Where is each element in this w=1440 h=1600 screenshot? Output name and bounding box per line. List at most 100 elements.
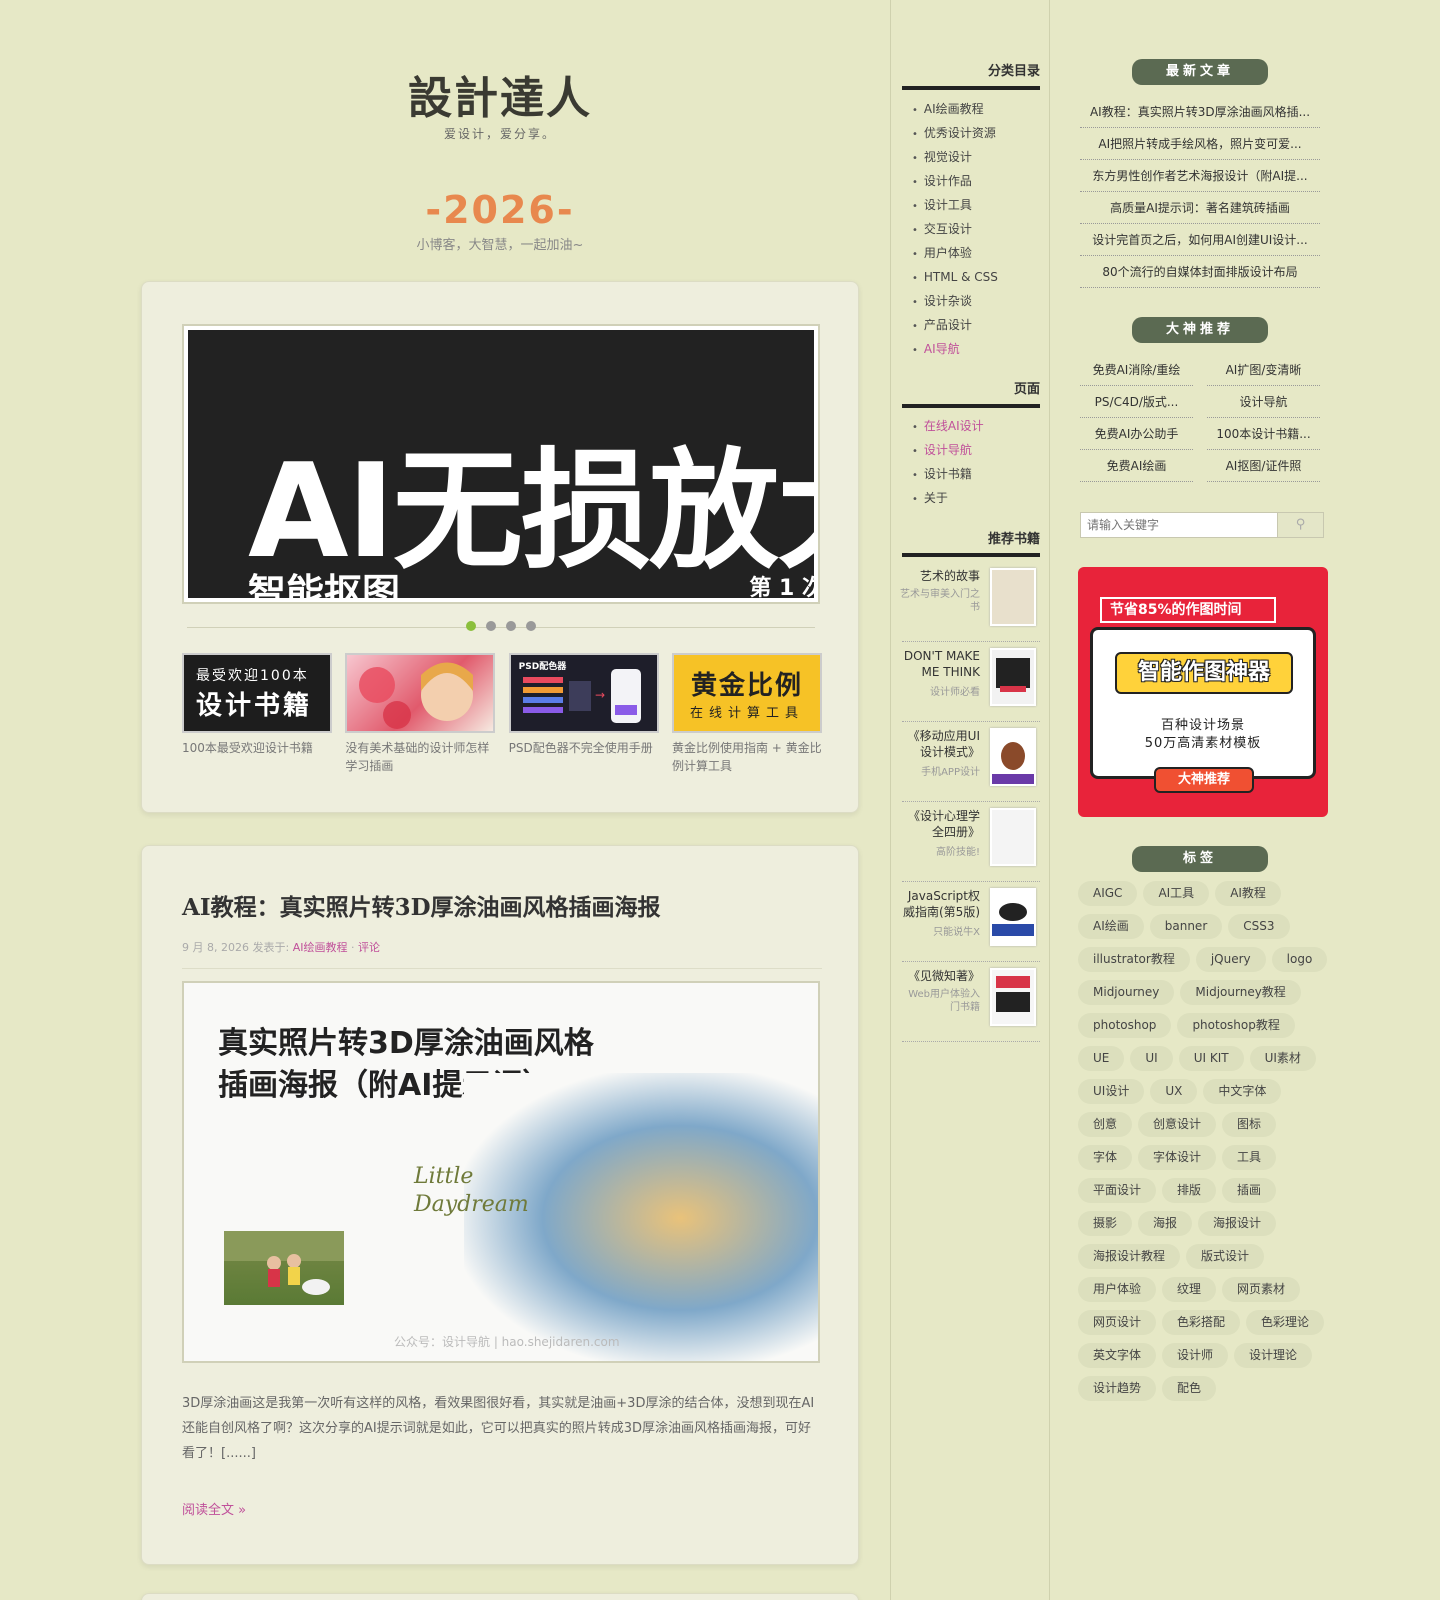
tag-link[interactable]: 设计趋势 — [1078, 1376, 1157, 1401]
tag-link[interactable]: 配色 — [1162, 1376, 1217, 1401]
promo-button[interactable]: 大神推荐 — [1154, 767, 1254, 793]
tag-link[interactable]: UI KIT — [1178, 1046, 1244, 1071]
post-category-link[interactable]: AI绘画教程 — [293, 941, 348, 954]
book-item[interactable]: 艺术的故事 艺术与审美入门之书 — [900, 562, 1040, 642]
book-cover[interactable] — [990, 808, 1036, 866]
slider-dot[interactable] — [526, 621, 536, 631]
latest-post-link[interactable]: 设计完首页之后，如何用AI创建UI设计... — [1080, 224, 1320, 256]
tag-link[interactable]: Midjourney教程 — [1180, 980, 1301, 1005]
tag-link[interactable]: 设计理论 — [1234, 1343, 1313, 1368]
recommend-link[interactable]: AI扩图/变清晰 — [1207, 354, 1320, 386]
tag-link[interactable]: 海报设计 — [1198, 1211, 1277, 1236]
thumb-item[interactable]: 最受欢迎100本 设计书籍 100本最受欢迎设计书籍 — [182, 653, 332, 775]
tag-link[interactable]: logo — [1271, 947, 1328, 972]
tag-link[interactable]: 插画 — [1222, 1178, 1277, 1203]
tag-link[interactable]: illustrator教程 — [1078, 947, 1190, 972]
search-input[interactable] — [1081, 513, 1277, 537]
category-link[interactable]: 设计杂谈 — [912, 289, 1040, 313]
book-item[interactable]: DON'T MAKE ME THINK 设计师必看 — [902, 642, 1040, 722]
tag-link[interactable]: 字体设计 — [1138, 1145, 1217, 1170]
tag-link[interactable]: photoshop教程 — [1177, 1013, 1295, 1038]
recommend-link[interactable]: 设计导航 — [1207, 386, 1320, 418]
tag-link[interactable]: 创意 — [1078, 1112, 1133, 1137]
thumb-item[interactable]: 黄金比例 在线计算工具 黄金比例使用指南 + 黄金比例计算工具 — [671, 653, 822, 775]
tag-link[interactable]: photoshop — [1078, 1013, 1172, 1038]
thumb-image[interactable] — [345, 653, 496, 733]
tag-link[interactable]: AI教程 — [1215, 881, 1281, 906]
category-link[interactable]: AI导航 — [912, 337, 1040, 361]
search-button[interactable]: ⚲ — [1277, 513, 1323, 537]
tag-link[interactable]: 版式设计 — [1186, 1244, 1265, 1269]
tag-link[interactable]: 工具 — [1222, 1145, 1277, 1170]
tag-link[interactable]: AI绘画 — [1078, 914, 1144, 939]
read-more-link[interactable]: 阅读全文 » — [182, 1499, 246, 1518]
category-link[interactable]: AI绘画教程 — [912, 97, 1040, 121]
category-link[interactable]: 视觉设计 — [912, 145, 1040, 169]
tag-link[interactable]: 图标 — [1222, 1112, 1277, 1137]
tag-link[interactable]: UI设计 — [1078, 1079, 1145, 1104]
tag-link[interactable]: UE — [1078, 1046, 1125, 1071]
tag-link[interactable]: banner — [1149, 914, 1223, 939]
promo-banner[interactable]: 节省85%的作图时间 智能作图神器 百种设计场景 50万高清素材模板 大神推荐 — [1078, 567, 1328, 817]
page-link[interactable]: 在线AI设计 — [912, 414, 1040, 438]
thumb-image[interactable]: 最受欢迎100本 设计书籍 — [182, 653, 332, 733]
thumb-image[interactable]: PSD配色器 → — [508, 653, 659, 733]
recommend-link[interactable]: AI抠图/证件照 — [1207, 450, 1320, 482]
tag-link[interactable]: 中文字体 — [1203, 1079, 1282, 1104]
book-cover[interactable] — [990, 728, 1036, 786]
tag-link[interactable]: 字体 — [1078, 1145, 1133, 1170]
tag-link[interactable]: 设计师 — [1162, 1343, 1229, 1368]
thumb-image[interactable]: 黄金比例 在线计算工具 — [671, 653, 822, 733]
book-item[interactable]: JavaScript权威指南(第5版) 只能说牛X — [902, 882, 1040, 962]
tag-link[interactable]: 摄影 — [1078, 1211, 1133, 1236]
slider-dot[interactable] — [506, 621, 516, 631]
tag-link[interactable]: AIGC — [1078, 881, 1138, 906]
book-item[interactable]: 《见微知著》 Web用户体验入门书籍 — [902, 962, 1040, 1042]
thumb-caption[interactable]: 100本最受欢迎设计书籍 — [182, 739, 332, 757]
tag-link[interactable]: 色彩理论 — [1246, 1310, 1325, 1335]
post-featured-image[interactable]: 真实照片转3D厚涂油画风格 插画海报（附AI提示词） Little Daydre… — [182, 981, 820, 1363]
tag-link[interactable]: 网页素材 — [1222, 1277, 1301, 1302]
category-link[interactable]: 优秀设计资源 — [912, 121, 1040, 145]
thumb-item[interactable]: 没有美术基础的设计师怎样学习插画 — [345, 653, 496, 775]
tag-link[interactable]: AI工具 — [1143, 881, 1210, 906]
slide-image[interactable]: AI无损放大 智能抠图 第 1 次 — [188, 330, 814, 598]
slider-dot[interactable] — [466, 621, 476, 631]
category-link[interactable]: 产品设计 — [912, 313, 1040, 337]
tag-link[interactable]: UI — [1130, 1046, 1173, 1071]
latest-post-link[interactable]: 80个流行的自媒体封面排版设计布局 — [1080, 256, 1320, 288]
book-item[interactable]: 《设计心理学全四册》 高阶技能! — [902, 802, 1040, 882]
category-link[interactable]: 用户体验 — [912, 241, 1040, 265]
recommend-link[interactable]: 免费AI消除/重绘 — [1080, 354, 1193, 386]
tag-link[interactable]: Midjourney — [1078, 980, 1175, 1005]
tag-link[interactable]: 纹理 — [1162, 1277, 1217, 1302]
thumb-item[interactable]: PSD配色器 → PSD配色器不完全使用手册 — [508, 653, 659, 775]
tag-link[interactable]: 海报 — [1138, 1211, 1193, 1236]
tag-link[interactable]: 英文字体 — [1078, 1343, 1157, 1368]
tag-link[interactable]: 排版 — [1162, 1178, 1217, 1203]
tag-link[interactable]: 用户体验 — [1078, 1277, 1157, 1302]
latest-post-link[interactable]: AI把照片转成手绘风格，照片变可爱... — [1080, 128, 1320, 160]
tag-link[interactable]: 平面设计 — [1078, 1178, 1157, 1203]
book-title[interactable]: 《见微知著》 — [900, 968, 980, 984]
thumb-caption[interactable]: 黄金比例使用指南 + 黄金比例计算工具 — [672, 739, 822, 775]
post-title[interactable]: AI教程：真实照片转3D厚涂油画风格插画海报 — [182, 888, 661, 922]
book-cover[interactable] — [990, 648, 1036, 706]
book-item[interactable]: 《移动应用UI设计模式》 手机APP设计 — [902, 722, 1040, 802]
latest-post-link[interactable]: 高质量AI提示词：著名建筑砖插画 — [1080, 192, 1320, 224]
tag-link[interactable]: 创意设计 — [1138, 1112, 1217, 1137]
tag-link[interactable]: 海报设计教程 — [1078, 1244, 1181, 1269]
recommend-link[interactable]: 免费AI办公助手 — [1080, 418, 1193, 450]
site-title[interactable]: 設計達人 — [140, 62, 860, 126]
recommend-link[interactable]: PS/C4D/版式... — [1080, 386, 1193, 418]
tag-link[interactable]: UI素材 — [1249, 1046, 1316, 1071]
page-link[interactable]: 设计导航 — [912, 438, 1040, 462]
slider-dot[interactable] — [486, 621, 496, 631]
book-title[interactable]: 艺术的故事 — [900, 568, 980, 584]
category-link[interactable]: HTML & CSS — [912, 265, 1040, 289]
book-cover[interactable] — [990, 888, 1036, 946]
book-title[interactable]: 《移动应用UI设计模式》 — [900, 728, 980, 760]
category-link[interactable]: 设计工具 — [912, 193, 1040, 217]
book-title[interactable]: 《设计心理学全四册》 — [900, 808, 980, 840]
tag-link[interactable]: jQuery — [1195, 947, 1266, 972]
